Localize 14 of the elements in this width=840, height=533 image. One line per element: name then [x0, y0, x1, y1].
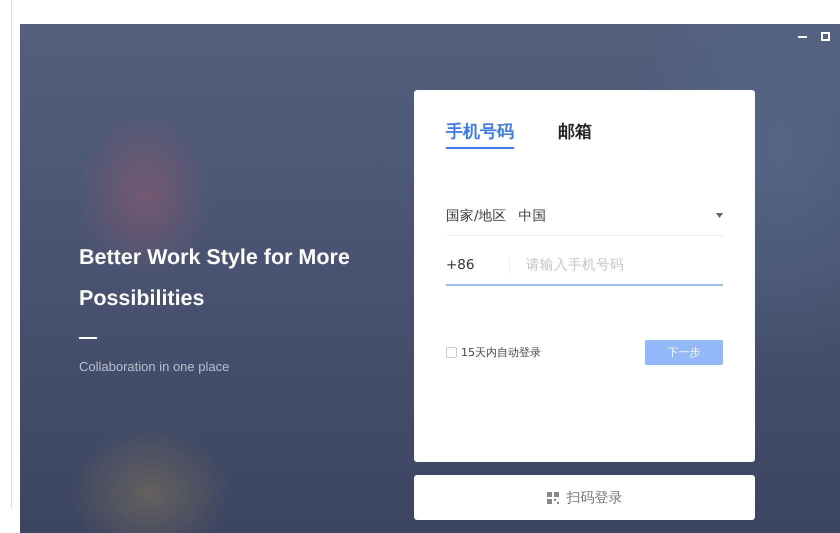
region-select[interactable]: 国家/地区 中国 [446, 196, 723, 236]
dropdown-arrow-icon [716, 213, 723, 218]
login-tab[interactable]: 邮箱 [558, 120, 592, 149]
hero-subtitle: Collaboration in one place [79, 359, 230, 374]
auto-login-checkbox[interactable]: 15天内自动登录 [446, 345, 541, 360]
accent-dash [79, 337, 97, 339]
hero-title: Better Work Style for More Possibilities [79, 244, 351, 312]
phone-input[interactable]: 请输入手机号码 [524, 256, 723, 274]
login-tab[interactable]: 手机号码 [446, 120, 514, 149]
qr-code-icon [546, 492, 558, 504]
country-code: +86 [446, 257, 510, 273]
maximize-icon[interactable] [821, 32, 830, 41]
minimize-icon[interactable] [798, 36, 807, 38]
qr-login-button[interactable]: 扫码登录 [414, 475, 755, 520]
